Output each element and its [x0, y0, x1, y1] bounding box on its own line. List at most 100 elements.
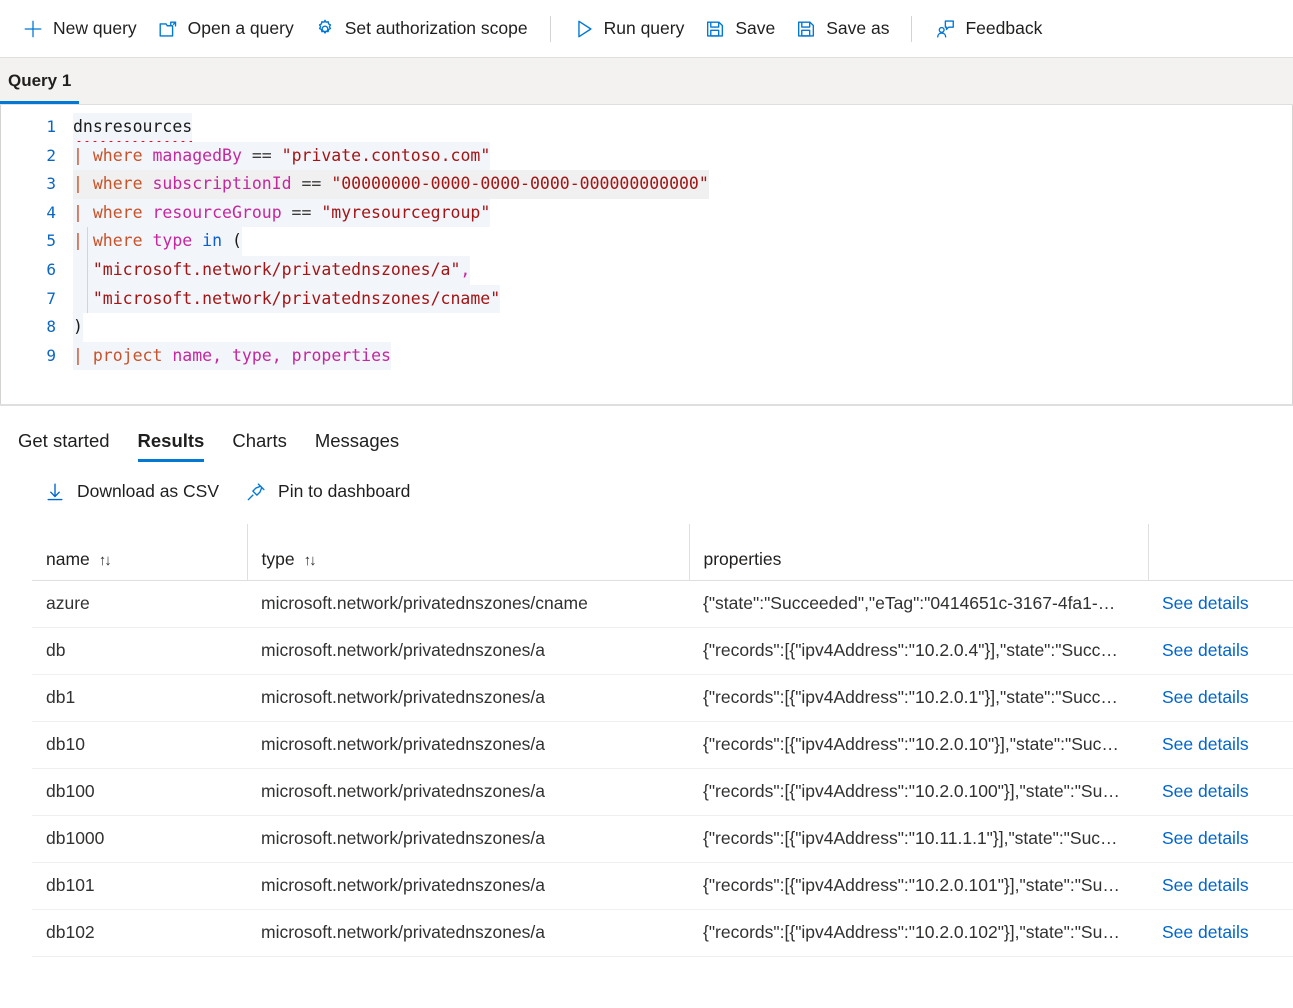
command-feedback-button[interactable]: Feedback — [924, 9, 1052, 49]
sort-arrows-icon[interactable]: ↑↓ — [304, 552, 317, 569]
line-number: 6 — [46, 259, 56, 279]
code-line-text[interactable]: | where managedBy == "private.contoso.co… — [73, 141, 1292, 171]
code-token: resourceGroup — [152, 202, 282, 222]
line-number: 7 — [46, 288, 56, 308]
cell-properties: {"records":[{"ipv4Address":"10.2.0.1"}],… — [689, 674, 1148, 722]
table-row: db1000 microsoft.network/privatednszones/… — [32, 815, 1293, 863]
save-as-icon — [795, 18, 817, 40]
folder-open-icon — [157, 18, 179, 40]
line-number: 4 — [46, 202, 56, 222]
cell-name: db1000 — [32, 815, 247, 863]
command-run-query-button[interactable]: Run query — [563, 9, 695, 49]
command-new-query-button[interactable]: New query — [12, 9, 147, 49]
download-as-csv-button[interactable]: Download as CSV — [44, 481, 219, 503]
code-line-text[interactable]: | where subscriptionId == "00000000-0000… — [73, 170, 1292, 199]
command-set-authorization-scope-button[interactable]: Set authorization scope — [304, 9, 538, 49]
cell-properties: {"records":[{"ipv4Address":"10.11.1.1"}]… — [689, 815, 1148, 863]
tab-charts[interactable]: Charts — [218, 431, 301, 463]
code-line-text[interactable]: dnsresources — [73, 113, 1292, 145]
table-row: db102 microsoft.network/privatednszones/a… — [32, 909, 1293, 957]
see-details-link[interactable]: See details — [1162, 828, 1249, 848]
command-open-a-query-button[interactable]: Open a query — [147, 9, 304, 49]
pin-to-dashboard-button[interactable]: Pin to dashboard — [245, 481, 410, 503]
cell-name: azure — [32, 580, 247, 628]
code-line-text[interactable]: | project name, type, properties — [73, 341, 1292, 371]
cell-properties: {"records":[{"ipv4Address":"10.2.0.100"}… — [689, 768, 1148, 816]
see-details-link[interactable]: See details — [1162, 640, 1249, 660]
command-set-authorization-scope-label: Set authorization scope — [344, 17, 528, 38]
code-token: "myresourcegroup" — [321, 202, 491, 222]
code-token: in — [202, 231, 223, 251]
tab-results[interactable]: Results — [124, 431, 219, 463]
table-row: db101 microsoft.network/privatednszones/a… — [32, 862, 1293, 910]
results-tab-list: Get started Results Charts Messages — [0, 406, 1293, 462]
plus-icon — [22, 18, 44, 40]
code-line-content: "microsoft.network/privatednszones/cname… — [73, 284, 501, 314]
code-line: 7 "microsoft.network/privatednszones/cna… — [1, 284, 1292, 314]
code-token: | — [73, 174, 93, 194]
code-line-text[interactable]: | where resourceGroup == "myresourcegrou… — [73, 198, 1292, 228]
code-token: , — [212, 345, 232, 365]
command-bar: New query Open a query Set authorization s… — [0, 0, 1293, 58]
resource-graph-explorer: New query Open a query Set authorization s… — [0, 0, 1293, 1008]
sort-arrows-icon[interactable]: ↑↓ — [99, 552, 112, 569]
results-pane: Get started Results Charts Messages Downloa… — [0, 405, 1293, 1008]
code-line-text[interactable]: ) — [73, 313, 1292, 342]
cell-name: db — [32, 627, 247, 675]
command-bar-separator — [911, 15, 913, 42]
code-token: "00000000-0000-0000-0000-000000000000" — [331, 174, 709, 194]
cell-properties: {"records":[{"ipv4Address":"10.2.0.102"}… — [689, 909, 1148, 957]
cell-type: microsoft.network/privatednszones/a — [247, 909, 689, 957]
command-run-query-label: Run query — [603, 17, 685, 38]
query-tab-1[interactable]: Query 1 — [0, 58, 87, 104]
results-actions: Download as CSV Pin to dashboard — [0, 462, 1293, 524]
query-tab-strip: Query 1 — [0, 58, 1293, 105]
code-token: == — [291, 174, 332, 194]
query-editor-container: 1 dnsresources 2 | where managedBy == "priv… — [0, 105, 1293, 405]
see-details-link[interactable]: See details — [1162, 875, 1249, 895]
see-details-link[interactable]: See details — [1162, 687, 1249, 707]
code-line-text[interactable]: "microsoft.network/privatednszones/cname… — [73, 284, 1292, 314]
kql-editor[interactable]: 1 dnsresources 2 | where managedBy == "priv… — [0, 105, 1293, 404]
cell-type: microsoft.network/privatednszones/a — [247, 862, 689, 910]
play-icon — [573, 18, 595, 40]
cell-type: microsoft.network/privatednszones/a — [247, 674, 689, 722]
see-details-link[interactable]: See details — [1162, 734, 1249, 754]
code-line: 8) — [1, 313, 1292, 342]
code-token: == — [281, 202, 322, 222]
results-table-header: name ↑↓ type ↑↓ properties — [32, 524, 1293, 581]
column-header-label: properties — [703, 548, 782, 569]
tab-messages[interactable]: Messages — [301, 431, 413, 463]
cell-name: db10 — [32, 721, 247, 769]
cell-type: microsoft.network/privatednszones/a — [247, 721, 689, 769]
code-token: managedBy — [152, 145, 242, 165]
table-row: db1 microsoft.network/privatednszones/a {"… — [32, 674, 1293, 722]
code-area[interactable]: 1 dnsresources 2 | where managedBy == "priv… — [1, 105, 1292, 371]
tab-get-started[interactable]: Get started — [14, 431, 124, 463]
see-details-link[interactable]: See details — [1162, 781, 1249, 801]
code-token: "microsoft.network/privatednszones/cname… — [73, 288, 501, 308]
code-line-content: | project name, type, properties — [73, 341, 391, 371]
code-line: 3 | where subscriptionId == "00000000-000… — [1, 170, 1292, 199]
line-number: 2 — [46, 145, 56, 165]
code-token: ) — [73, 317, 83, 337]
command-new-query-label: New query — [53, 17, 137, 38]
column-header-type: type ↑↓ — [246, 524, 689, 581]
cell-see-details: See details — [1148, 909, 1293, 957]
command-save-button[interactable]: Save — [694, 9, 785, 49]
code-line: 6 "microsoft.network/privatednszones/a", — [1, 255, 1292, 285]
code-line-text[interactable]: | where type in ( — [73, 227, 1292, 256]
see-details-link[interactable]: See details — [1162, 593, 1249, 613]
indent-guide — [87, 227, 88, 314]
cell-type: microsoft.network/privatednszones/cname — [247, 580, 689, 628]
code-line: 5 | where type in ( — [1, 227, 1292, 256]
code-line-content: | where type in ( — [73, 227, 242, 256]
pin-icon — [245, 481, 267, 503]
command-save-as-button[interactable]: Save as — [785, 9, 899, 49]
line-number: 8 — [46, 317, 56, 337]
see-details-link[interactable]: See details — [1162, 922, 1249, 942]
code-line-text[interactable]: "microsoft.network/privatednszones/a", — [73, 255, 1292, 285]
table-row: azure microsoft.network/privatednszones/c… — [32, 580, 1293, 628]
results-table-container: name ↑↓ type ↑↓ properties azure microsoft.ne… — [0, 524, 1293, 1008]
